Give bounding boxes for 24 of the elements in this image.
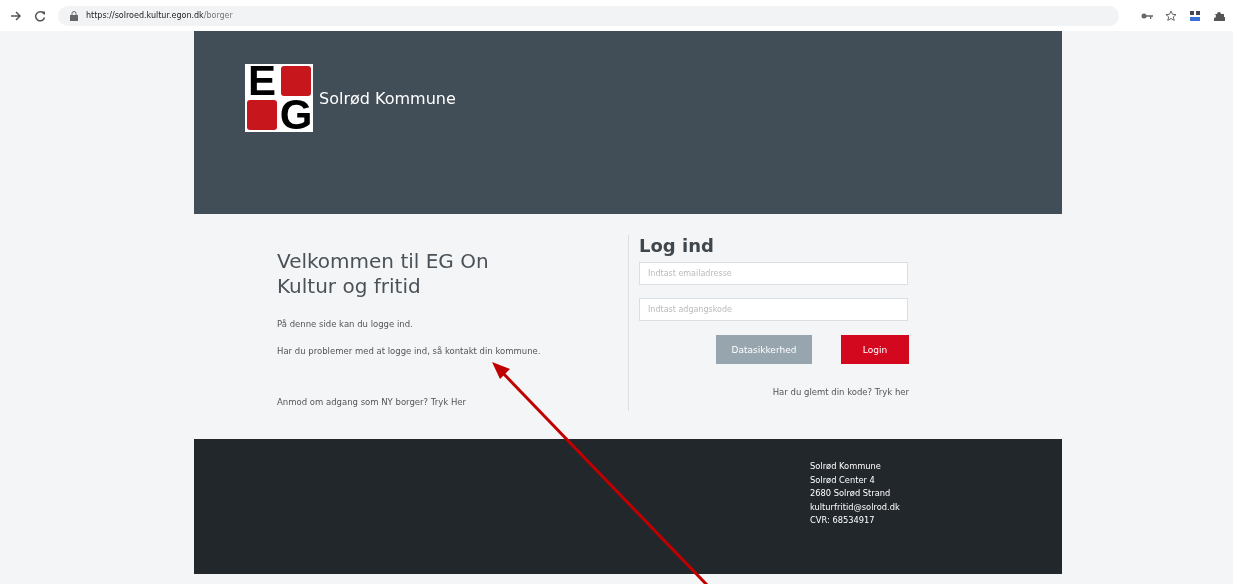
lock-icon (70, 10, 78, 21)
reload-icon[interactable] (34, 9, 46, 22)
star-icon[interactable] (1165, 9, 1177, 22)
forward-icon[interactable] (10, 9, 22, 22)
address-bar[interactable]: https://solroed.kultur.egon.dk/borger (58, 5, 1119, 26)
forgot-password-link[interactable]: Har du glemt din kode? Tryk her (772, 387, 909, 397)
login-button[interactable]: Login (841, 335, 909, 364)
footer-text: CVR: 68534917 (810, 514, 876, 527)
request-access-link[interactable]: Anmod om adgang som NY borger? Tryk Her (277, 397, 628, 407)
footer-text: Solrød Kommune (810, 460, 882, 473)
login-heading: Log ind (639, 235, 715, 256)
key-icon[interactable] (1141, 11, 1153, 20)
info-text: Har du problemer med at logge ind, så kontakt din kommune. (277, 346, 542, 356)
password-field[interactable]: Indtast adgangskode (639, 298, 908, 321)
info-text: På denne side kan du logge ind. (277, 319, 414, 329)
extension-icon[interactable] (1189, 9, 1201, 22)
site-title: Solrød Kommune (319, 89, 456, 108)
footer-text: kulturfritid@solrod.dk (810, 500, 901, 514)
url-text: https://solroed.kultur.egon.dk/borger (86, 11, 233, 20)
footer-text: Solrød Center 4 (810, 473, 876, 487)
email-field[interactable]: Indtast emailadresse (639, 262, 908, 285)
footer-text: 2680 Solrød Strand (810, 487, 892, 500)
welcome-heading: Velkommen til EG On Kultur og fritid (277, 249, 490, 299)
logo: E G (245, 64, 313, 132)
